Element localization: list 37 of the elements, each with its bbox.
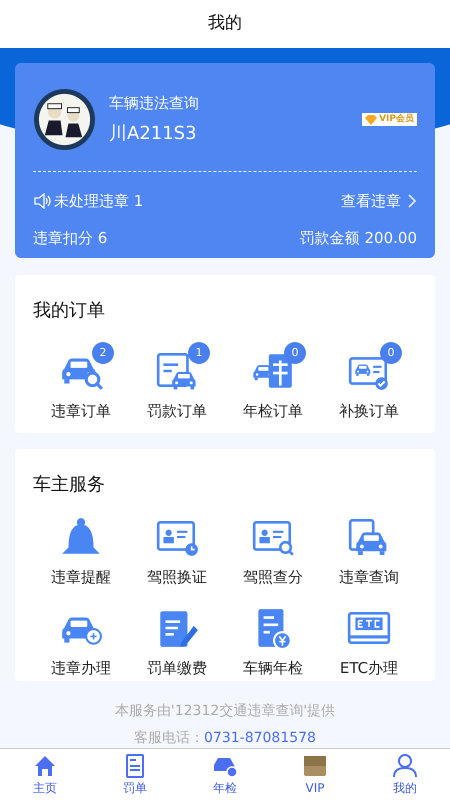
count-badge: 2 — [92, 342, 114, 364]
vip-badge: VIP会员 — [362, 113, 417, 126]
count-badge: 0 — [380, 342, 402, 364]
menu-item[interactable]: 违章查询 — [339, 566, 399, 588]
menu-item[interactable]: 驾照查分 — [243, 566, 303, 588]
tab-bar-item[interactable]: VIP — [270, 749, 360, 800]
menu-item[interactable]: 车辆年检 — [243, 656, 303, 679]
unhandled-count: 未处理违章 1 — [54, 191, 144, 212]
menu-item[interactable]: 违章订单 — [51, 400, 111, 422]
menu-item[interactable]: 违章办理 — [51, 656, 111, 679]
tab-bar-item[interactable]: 我的 — [360, 749, 450, 800]
plate-number: 川A211S3 — [109, 122, 198, 146]
page-title: 我的 — [208, 12, 242, 36]
menu-item[interactable]: 驾照换证 — [147, 566, 207, 588]
tab-icon — [392, 752, 418, 778]
menu-item[interactable]: 罚款订单 — [147, 400, 207, 422]
menu-item[interactable]: 补换订单 — [339, 400, 399, 422]
penalty-points: 违章扣分 6 — [33, 228, 108, 248]
app-name: 车辆违法查询 — [109, 92, 199, 114]
speaker-icon — [33, 193, 51, 210]
phone-label: 客服电话： — [134, 729, 204, 748]
menu-item[interactable]: 罚单缴费 — [147, 656, 207, 679]
phone-link[interactable]: 0731-87081578 — [204, 728, 316, 749]
count-badge: 1 — [188, 342, 210, 364]
fine-amount: 罚款金额 200.00 — [300, 228, 417, 248]
tab-bar-item[interactable]: 罚单 — [90, 749, 180, 800]
tab-bar-item[interactable]: 年检 — [180, 749, 270, 800]
tab-bar-item[interactable]: 主页 — [0, 749, 90, 800]
menu-item[interactable]: 违章提醒 — [51, 566, 111, 588]
menu-item[interactable]: 年检订单 — [243, 400, 303, 422]
count-badge: 0 — [284, 342, 306, 364]
service-provider-note: 本服务由'12312交通违章查询'提供 — [114, 702, 336, 721]
section-title: 车主服务 — [33, 473, 106, 497]
section-title: 我的订单 — [33, 299, 106, 323]
diamond-icon — [365, 114, 378, 124]
menu-item[interactable]: ETC办理 — [340, 656, 398, 679]
chevron-right-icon — [407, 193, 417, 210]
